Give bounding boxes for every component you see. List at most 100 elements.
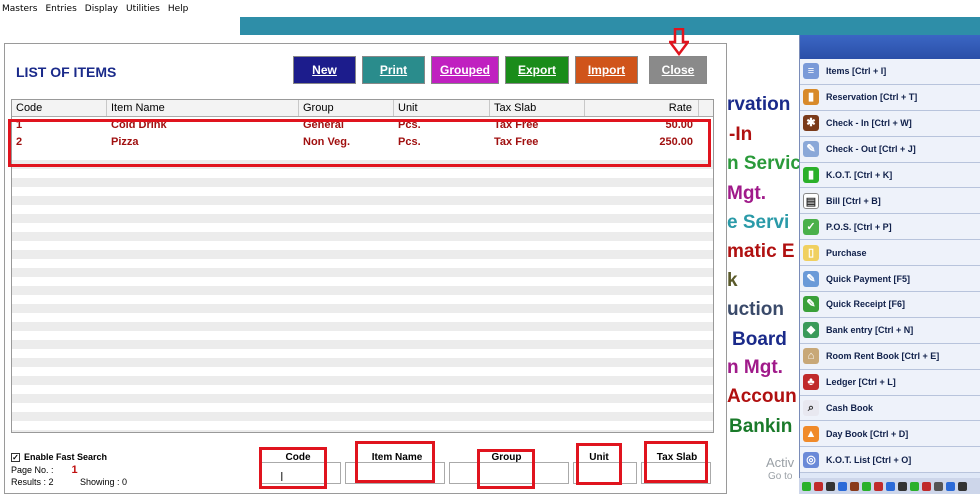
enable-fast-search-checkbox[interactable]: ✓ Enable Fast Search	[11, 452, 107, 462]
cash-book-icon: ⌕	[803, 400, 819, 417]
purchase-icon: ▯	[803, 244, 819, 261]
activation-watermark-sub: Go to	[768, 471, 793, 482]
import-button[interactable]: Import	[575, 56, 638, 84]
sidebar-item-reservation[interactable]: ▮ Reservation [Ctrl + T]	[800, 84, 980, 111]
sidebar-item-ledger[interactable]: ♣ Ledger [Ctrl + L]	[800, 369, 980, 396]
sidebar-item-check-out[interactable]: ✎ Check - Out [Ctrl + J]	[800, 136, 980, 163]
bg-menu-nmgt[interactable]: n Mgt.	[727, 357, 783, 379]
bg-menu-banking[interactable]: Bankin	[729, 416, 792, 438]
quick-payment-icon: ✎	[803, 270, 819, 287]
highlight-rows-box	[8, 119, 711, 167]
column-header-group[interactable]: Group	[299, 100, 394, 116]
sidebar-item-room-rent-book[interactable]: ⌂ Room Rent Book [Ctrl + E]	[800, 343, 980, 370]
sidebar-item-pos[interactable]: ✓ P.O.S. [Ctrl + P]	[800, 214, 980, 241]
new-button[interactable]: New	[293, 56, 356, 84]
kot-list-icon: ◎	[803, 451, 819, 468]
sidebar-item-purchase[interactable]: ▯ Purchase	[800, 240, 980, 267]
activation-watermark: Activ	[766, 455, 795, 470]
quick-receipt-icon: ✎	[803, 296, 819, 313]
sidebar-item-bill[interactable]: ▤ Bill [Ctrl + B]	[800, 188, 980, 215]
bg-menu-room-service[interactable]: n Servic	[727, 153, 801, 175]
close-button[interactable]: Close	[649, 56, 707, 84]
kot-icon: ▮	[803, 167, 819, 183]
tray-icon[interactable]	[838, 481, 847, 491]
bg-menu-board[interactable]: Board	[732, 329, 787, 351]
results-count: Results : 2	[11, 477, 54, 487]
tray-icon[interactable]	[814, 481, 823, 491]
tray-icon[interactable]	[958, 481, 967, 491]
pos-icon: ✓	[803, 218, 819, 235]
tray-icon[interactable]	[910, 481, 919, 491]
sidebar-item-quick-payment[interactable]: ✎ Quick Payment [F5]	[800, 266, 980, 293]
column-header-rate[interactable]: Rate	[585, 100, 699, 116]
menu-utilities[interactable]: Utilities	[126, 4, 160, 14]
column-header-tax-slab[interactable]: Tax Slab	[490, 100, 585, 116]
highlight-code-box	[259, 447, 327, 489]
sidebar-item-items[interactable]: ≡ Items [Ctrl + I]	[800, 59, 980, 85]
check-out-icon: ✎	[803, 141, 819, 158]
down-arrow-icon	[669, 28, 689, 56]
sidebar-item-check-in[interactable]: ✱ Check - In [Ctrl + W]	[800, 110, 980, 137]
bg-menu-service[interactable]: e Servi	[727, 212, 789, 234]
showing-count: Showing : 0	[80, 477, 128, 487]
column-header-unit[interactable]: Unit	[394, 100, 490, 116]
day-book-icon: ▲	[803, 425, 819, 442]
bg-menu-checkin[interactable]: -In	[729, 124, 752, 146]
check-in-icon: ✱	[803, 115, 819, 132]
highlight-tax-slab-box	[644, 441, 708, 483]
tray-icon[interactable]	[934, 481, 943, 491]
tray-icon[interactable]	[802, 481, 811, 491]
table-header: Code Item Name Group Unit Tax Slab Rate	[12, 100, 713, 117]
bg-menu-mgt[interactable]: Mgt.	[727, 183, 766, 205]
highlight-group-box	[477, 449, 535, 489]
sidebar-item-kot-list[interactable]: ◎ K.O.T. List [Ctrl + O]	[800, 447, 980, 474]
list-of-items-dialog: LIST OF ITEMS New Print Grouped Export I…	[4, 28, 727, 494]
icon-tray	[799, 478, 980, 494]
items-icon: ≡	[803, 63, 819, 80]
column-header-item-name[interactable]: Item Name	[107, 100, 299, 116]
highlight-unit-box	[576, 443, 622, 485]
tray-icon[interactable]	[826, 481, 835, 491]
empty-rows	[12, 151, 713, 432]
highlight-item-name-box	[355, 441, 435, 483]
checkbox-icon[interactable]: ✓	[11, 452, 20, 462]
sidebar-item-bank-entry[interactable]: ◆ Bank entry [Ctrl + N]	[800, 317, 980, 344]
menu-masters[interactable]: Masters	[2, 4, 37, 14]
bg-menu-deduction[interactable]: uction	[727, 299, 784, 321]
column-header-code[interactable]: Code	[12, 100, 107, 116]
sidebar-item-cash-book[interactable]: ⌕ Cash Book	[800, 395, 980, 422]
print-button[interactable]: Print	[362, 56, 425, 84]
menu-display[interactable]: Display	[85, 4, 118, 14]
bg-menu-k[interactable]: k	[727, 270, 738, 292]
room-rent-book-icon: ⌂	[803, 348, 819, 365]
text-cursor-icon: I	[280, 470, 284, 484]
page-title: LIST OF ITEMS	[16, 64, 117, 80]
page-number-value: 1	[71, 464, 78, 476]
bg-menu-automatic[interactable]: matic E	[727, 241, 795, 263]
tray-icon[interactable]	[946, 481, 955, 491]
sidebar-item-quick-receipt[interactable]: ✎ Quick Receipt [F6]	[800, 292, 980, 318]
reservation-icon: ▮	[803, 89, 819, 106]
sidebar-header	[800, 35, 980, 59]
page-number: Page No. :1	[11, 464, 78, 476]
ledger-icon: ♣	[803, 374, 819, 391]
menu-help[interactable]: Help	[168, 4, 189, 14]
fast-search-label: Enable Fast Search	[24, 452, 108, 462]
tray-icon[interactable]	[886, 481, 895, 491]
bg-menu-accounts[interactable]: Accoun	[727, 386, 797, 408]
export-button[interactable]: Export	[505, 56, 569, 84]
tray-icon[interactable]	[922, 481, 931, 491]
tray-icon[interactable]	[898, 481, 907, 491]
sidebar-item-day-book[interactable]: ▲ Day Book [Ctrl + D]	[800, 421, 980, 448]
tray-icon[interactable]	[874, 481, 883, 491]
grouped-button[interactable]: Grouped	[431, 56, 499, 84]
menu-bar: Masters Entries Display Utilities Help	[0, 0, 980, 18]
bg-menu-reservation[interactable]: rvation	[727, 94, 790, 116]
title-strip	[240, 17, 980, 35]
shortcut-sidebar: ≡ Items [Ctrl + I] ▮ Reservation [Ctrl + T…	[799, 35, 980, 494]
tray-icon[interactable]	[850, 481, 859, 491]
tray-icon[interactable]	[862, 481, 871, 491]
bill-icon: ▤	[803, 192, 819, 209]
menu-entries[interactable]: Entries	[45, 4, 76, 14]
sidebar-item-kot[interactable]: ▮ K.O.T. [Ctrl + K]	[800, 162, 980, 189]
